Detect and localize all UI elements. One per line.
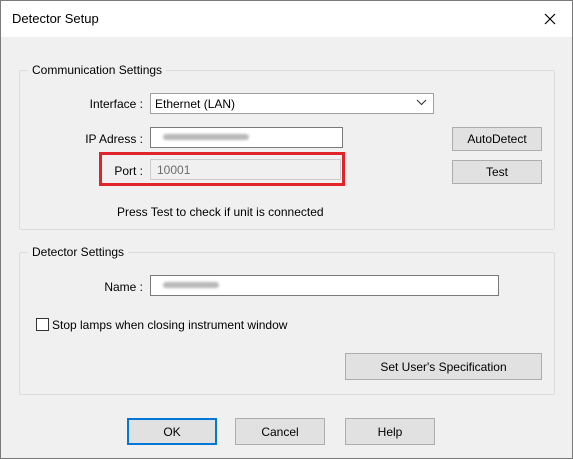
interface-value: Ethernet (LAN) [155,97,236,111]
stop-lamps-checkbox[interactable] [36,318,49,331]
test-button[interactable]: Test [452,160,542,184]
autodetect-label: AutoDetect [467,132,527,146]
ip-address-field[interactable] [150,127,343,148]
detector-settings-title: Detector Settings [28,245,129,259]
communication-settings-title: Communication Settings [28,63,167,77]
interface-select[interactable]: Ethernet (LAN) [150,93,434,114]
title-bar: Detector Setup [1,1,572,37]
chevron-down-icon [416,99,427,106]
redacted-name-value [163,282,219,288]
autodetect-button[interactable]: AutoDetect [452,127,542,151]
close-icon [544,13,556,25]
detector-name-field[interactable] [150,275,499,296]
ip-address-label: IP Adress : [85,132,143,146]
set-user-specification-button[interactable]: Set User's Specification [345,353,542,380]
cancel-button[interactable]: Cancel [235,418,325,445]
ok-button[interactable]: OK [127,418,217,445]
detector-setup-dialog: Detector Setup Communication Settings In… [0,0,573,459]
dialog-title: Detector Setup [12,11,99,26]
stop-lamps-label: Stop lamps when closing instrument windo… [52,318,288,332]
cancel-label: Cancel [261,424,299,439]
ok-label: OK [163,424,181,439]
name-label: Name : [104,280,143,294]
test-hint: Press Test to check if unit is connected [117,205,324,219]
set-user-specification-label: Set User's Specification [380,359,507,374]
interface-label: Interface : [89,97,143,111]
help-button[interactable]: Help [345,418,435,445]
redacted-ip-value [163,134,249,140]
close-button[interactable] [528,1,572,37]
help-label: Help [377,424,403,439]
port-highlight-box [99,152,345,186]
test-label: Test [485,165,508,179]
